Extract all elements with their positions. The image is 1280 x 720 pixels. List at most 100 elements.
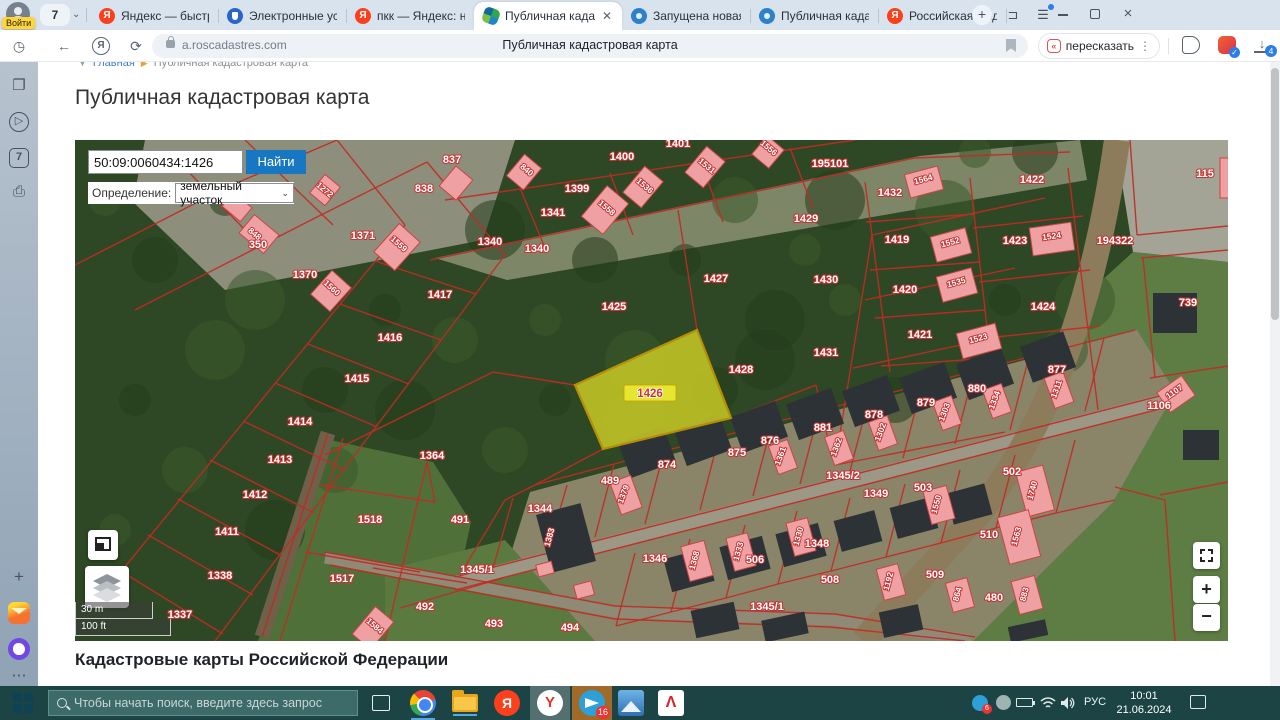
task-view-icon[interactable]: [372, 695, 390, 711]
parcel-label: 1346: [643, 553, 667, 565]
browser-tab-1[interactable]: Электронные услу: [218, 2, 346, 30]
parcel-search-input[interactable]: [88, 150, 243, 174]
parcel-label: 1422: [1020, 174, 1044, 186]
parcel-label: 1421: [908, 329, 932, 341]
chrome-icon[interactable]: [410, 690, 436, 716]
zoom-out-button[interactable]: −: [1193, 604, 1220, 631]
quote-icon: «: [1047, 39, 1061, 53]
window-close-button[interactable]: ×: [1118, 4, 1138, 24]
fullscreen-button[interactable]: [1193, 542, 1220, 569]
rewards-icon[interactable]: ✓: [1218, 36, 1236, 54]
history-icon[interactable]: ◷: [10, 37, 28, 55]
tree-blob: [735, 330, 795, 390]
login-badge[interactable]: Войти: [2, 17, 35, 29]
parcel-label: 1341: [541, 207, 565, 219]
tabs-panel-icon[interactable]: ❐: [9, 76, 29, 96]
battery-icon[interactable]: [1016, 698, 1033, 707]
taskbar-search[interactable]: Чтобы начать поиск, введите здесь запрос: [48, 690, 358, 716]
acrobat-icon[interactable]: Ʌ: [658, 690, 684, 716]
tree-blob: [712, 177, 758, 223]
start-button[interactable]: [0, 686, 48, 720]
wifi-icon[interactable]: [1040, 696, 1056, 710]
parcel-label: 874: [658, 459, 677, 471]
tree-blob: [369, 294, 401, 326]
photos-icon[interactable]: [618, 690, 644, 716]
mini-map-icon: [95, 537, 111, 551]
browser-tab-4[interactable]: Запущена новая П: [622, 2, 750, 30]
parcel-label: 1400: [610, 151, 634, 163]
browser-tab-2[interactable]: Япкк — Яндекс: наш: [346, 2, 474, 30]
parcel-label: 1412: [243, 489, 267, 501]
breadcrumb-home-link[interactable]: Главная: [93, 62, 135, 69]
browser-tab-0[interactable]: ЯЯндекс — быстрый: [90, 2, 218, 30]
parcel-label: 1517: [330, 573, 354, 585]
scrollbar-thumb[interactable]: [1271, 68, 1279, 320]
parcel-label: 1345/1: [750, 601, 784, 613]
windows-logo-icon: [13, 693, 22, 702]
language-indicator[interactable]: РУС: [1084, 696, 1106, 708]
chevron-down-icon[interactable]: ⌄: [72, 4, 86, 26]
tree-blob: [789, 234, 821, 266]
telegram-icon[interactable]: 16: [579, 690, 605, 716]
tray-time: 10:01: [1112, 689, 1176, 703]
parcel-label: 115: [1196, 168, 1214, 180]
tree-blob: [482, 427, 528, 473]
reload-button[interactable]: ⟳: [127, 37, 145, 55]
yandex-mail-icon[interactable]: [8, 602, 30, 624]
window-restore-button[interactable]: [1090, 9, 1100, 19]
scrollbar-track[interactable]: [1270, 62, 1280, 686]
download-count-badge: 4: [1265, 45, 1277, 57]
avatar-person-icon: [14, 7, 22, 15]
downloads-icon[interactable]: ↓4: [1254, 37, 1270, 53]
retell-menu-icon[interactable]: ⋮: [1139, 39, 1151, 53]
scale-imperial: 100 ft: [75, 619, 171, 636]
definition-select[interactable]: земельный участок ⌄: [175, 183, 294, 203]
play-icon[interactable]: ▷: [9, 112, 29, 132]
alice-assistant-icon[interactable]: [8, 638, 30, 660]
tab-strip: ЯЯндекс — быстрый Электронные услу Япкк — …: [90, 0, 1006, 30]
new-tab-button[interactable]: +: [972, 5, 992, 25]
window-minimize-button[interactable]: [1058, 14, 1068, 16]
parcel-label: 493: [485, 618, 503, 630]
parcel-label: 1428: [729, 364, 753, 376]
yandex-search-icon[interactable]: Я: [494, 690, 520, 716]
cadastral-map[interactable]: 8481272840156015591558153615311556156415…: [75, 140, 1228, 641]
cadastral-map-svg[interactable]: 8481272840156015591558153615311556156415…: [75, 140, 1228, 641]
volume-icon[interactable]: [1060, 696, 1076, 710]
notification-center-icon[interactable]: [1190, 695, 1206, 709]
page-title: Публичная кадастровая карта: [75, 86, 369, 110]
browser-tab-5[interactable]: Публичная кадаст: [750, 2, 878, 30]
side-panel-icon[interactable]: ⊐: [1004, 6, 1022, 24]
yandex-home-button[interactable]: Я: [92, 37, 110, 55]
tab-count-badge[interactable]: 7: [9, 148, 29, 168]
zoom-in-button[interactable]: +: [1193, 576, 1220, 603]
parcel-label: 1337: [168, 609, 192, 621]
parcel-label: 1417: [428, 289, 452, 301]
clock[interactable]: 10:01 21.06.2024: [1112, 689, 1176, 717]
add-panel-icon[interactable]: +: [9, 567, 29, 587]
definition-label: Определение:: [88, 186, 175, 200]
collections-icon[interactable]: [1182, 36, 1200, 54]
yandex-browser-icon[interactable]: Y: [537, 690, 563, 716]
tab-close-icon[interactable]: ✕: [601, 9, 613, 23]
scale-metric: 30 m: [75, 602, 153, 619]
ya-favicon-icon: Я: [887, 8, 903, 24]
address-bar[interactable]: a.roscadastres.com Публичная кадастровая…: [152, 34, 1028, 58]
find-button[interactable]: Найти: [246, 150, 306, 174]
tab-list-icon[interactable]: ☰: [1034, 6, 1052, 24]
parcel-label: 1423: [1003, 235, 1027, 247]
tray-status-icon[interactable]: [996, 695, 1011, 710]
tab-counter[interactable]: 7: [40, 4, 70, 26]
tab-label: Электронные услу: [249, 9, 337, 23]
screenshot-icon[interactable]: ⎙: [9, 182, 29, 202]
overview-map-button[interactable]: [88, 530, 118, 560]
more-options-icon[interactable]: ⋯: [9, 666, 29, 686]
browser-tab-3[interactable]: Публичная када✕: [474, 2, 622, 30]
retell-button[interactable]: « пересказать ⋮: [1038, 33, 1160, 59]
back-button[interactable]: ←: [55, 37, 73, 55]
file-explorer-icon[interactable]: [452, 694, 478, 712]
parcel-label: 195101: [812, 158, 849, 170]
breadcrumb-caret-icon[interactable]: ▼: [78, 62, 87, 68]
notification-dot: [1048, 4, 1054, 10]
tray-app-icon[interactable]: 6: [972, 695, 988, 711]
